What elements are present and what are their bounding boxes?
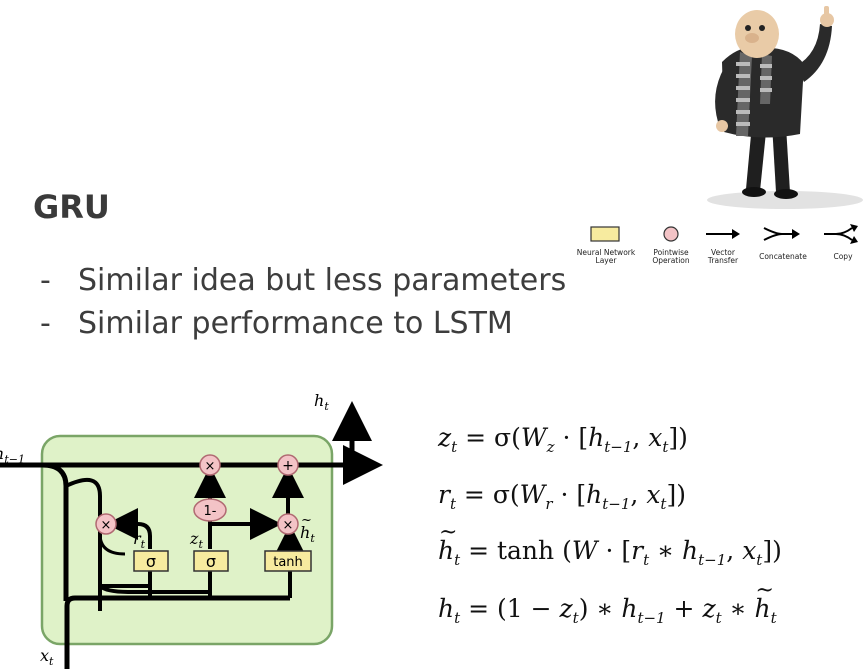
svg-text:~: ~ [301, 513, 312, 528]
svg-text:×: × [205, 459, 216, 474]
diagram-legend: Neural Network Layer Pointwise Operation V… [570, 222, 866, 272]
label-x-t: xt [40, 646, 54, 668]
gru-cell-diagram: σ σ tanh × × 1- × + ht ht−1 xt rt zt ht … [0, 391, 383, 669]
add-op: + [277, 454, 299, 476]
sigma-update-layer: σ [193, 550, 229, 572]
svg-text:tanh: tanh [273, 555, 303, 570]
equation-hidden-state: ht = (1 − zt) ∗ ht−1 + zt ∗ ht [438, 578, 777, 627]
output-arrow [332, 401, 372, 468]
legend-label-copy: Copy [833, 252, 853, 261]
legend-label-pointwise: Pointwise Operation [652, 248, 690, 265]
yellow-rectangle-icon [590, 226, 620, 242]
character-illustration [707, 6, 863, 209]
reset-multiply-op: × [95, 513, 117, 535]
legend-label-concatenate: Concatenate [759, 252, 807, 261]
equation-update-gate: zt = σ(Wz · [ht−1, xt]) [438, 423, 688, 456]
legend-label-vector: Vector Transfer [707, 248, 739, 265]
svg-text:σ: σ [146, 552, 156, 571]
bullet-text: Similar performance to LSTM [78, 306, 513, 341]
tanh-layer: tanh [264, 550, 312, 572]
sigma-reset-layer: σ [133, 550, 169, 572]
bullet-item: - Similar performance to LSTM [40, 306, 513, 341]
candidate-multiply-op: × [277, 513, 299, 535]
legend-label-layer: Neural Network Layer [576, 248, 636, 265]
slide-title: GRU [33, 188, 110, 226]
equation-reset-gate: rt = σ(Wr · [ht−1, xt]) [438, 480, 686, 513]
svg-text:×: × [101, 518, 112, 533]
bullet-text: Similar idea but less parameters [78, 263, 567, 298]
svg-text:×: × [283, 518, 294, 533]
label-h-t: ht [314, 391, 329, 413]
svg-text:+: + [282, 458, 294, 474]
update-multiply-op: × [199, 454, 221, 476]
svg-text:σ: σ [206, 552, 216, 571]
concatenate-icon [763, 227, 800, 241]
bullet-item: - Similar idea but less parameters [40, 263, 567, 298]
pink-circle-icon [663, 226, 679, 242]
one-minus-op: 1- [193, 498, 227, 522]
svg-text:1-: 1- [204, 504, 217, 519]
label-h-prev: ht−1 [0, 444, 25, 466]
copy-icon [824, 224, 858, 244]
arrow-icon [706, 229, 740, 239]
equation-candidate: ht = tanh (W · [rt ∗ ht−1, xt]) [438, 520, 782, 569]
